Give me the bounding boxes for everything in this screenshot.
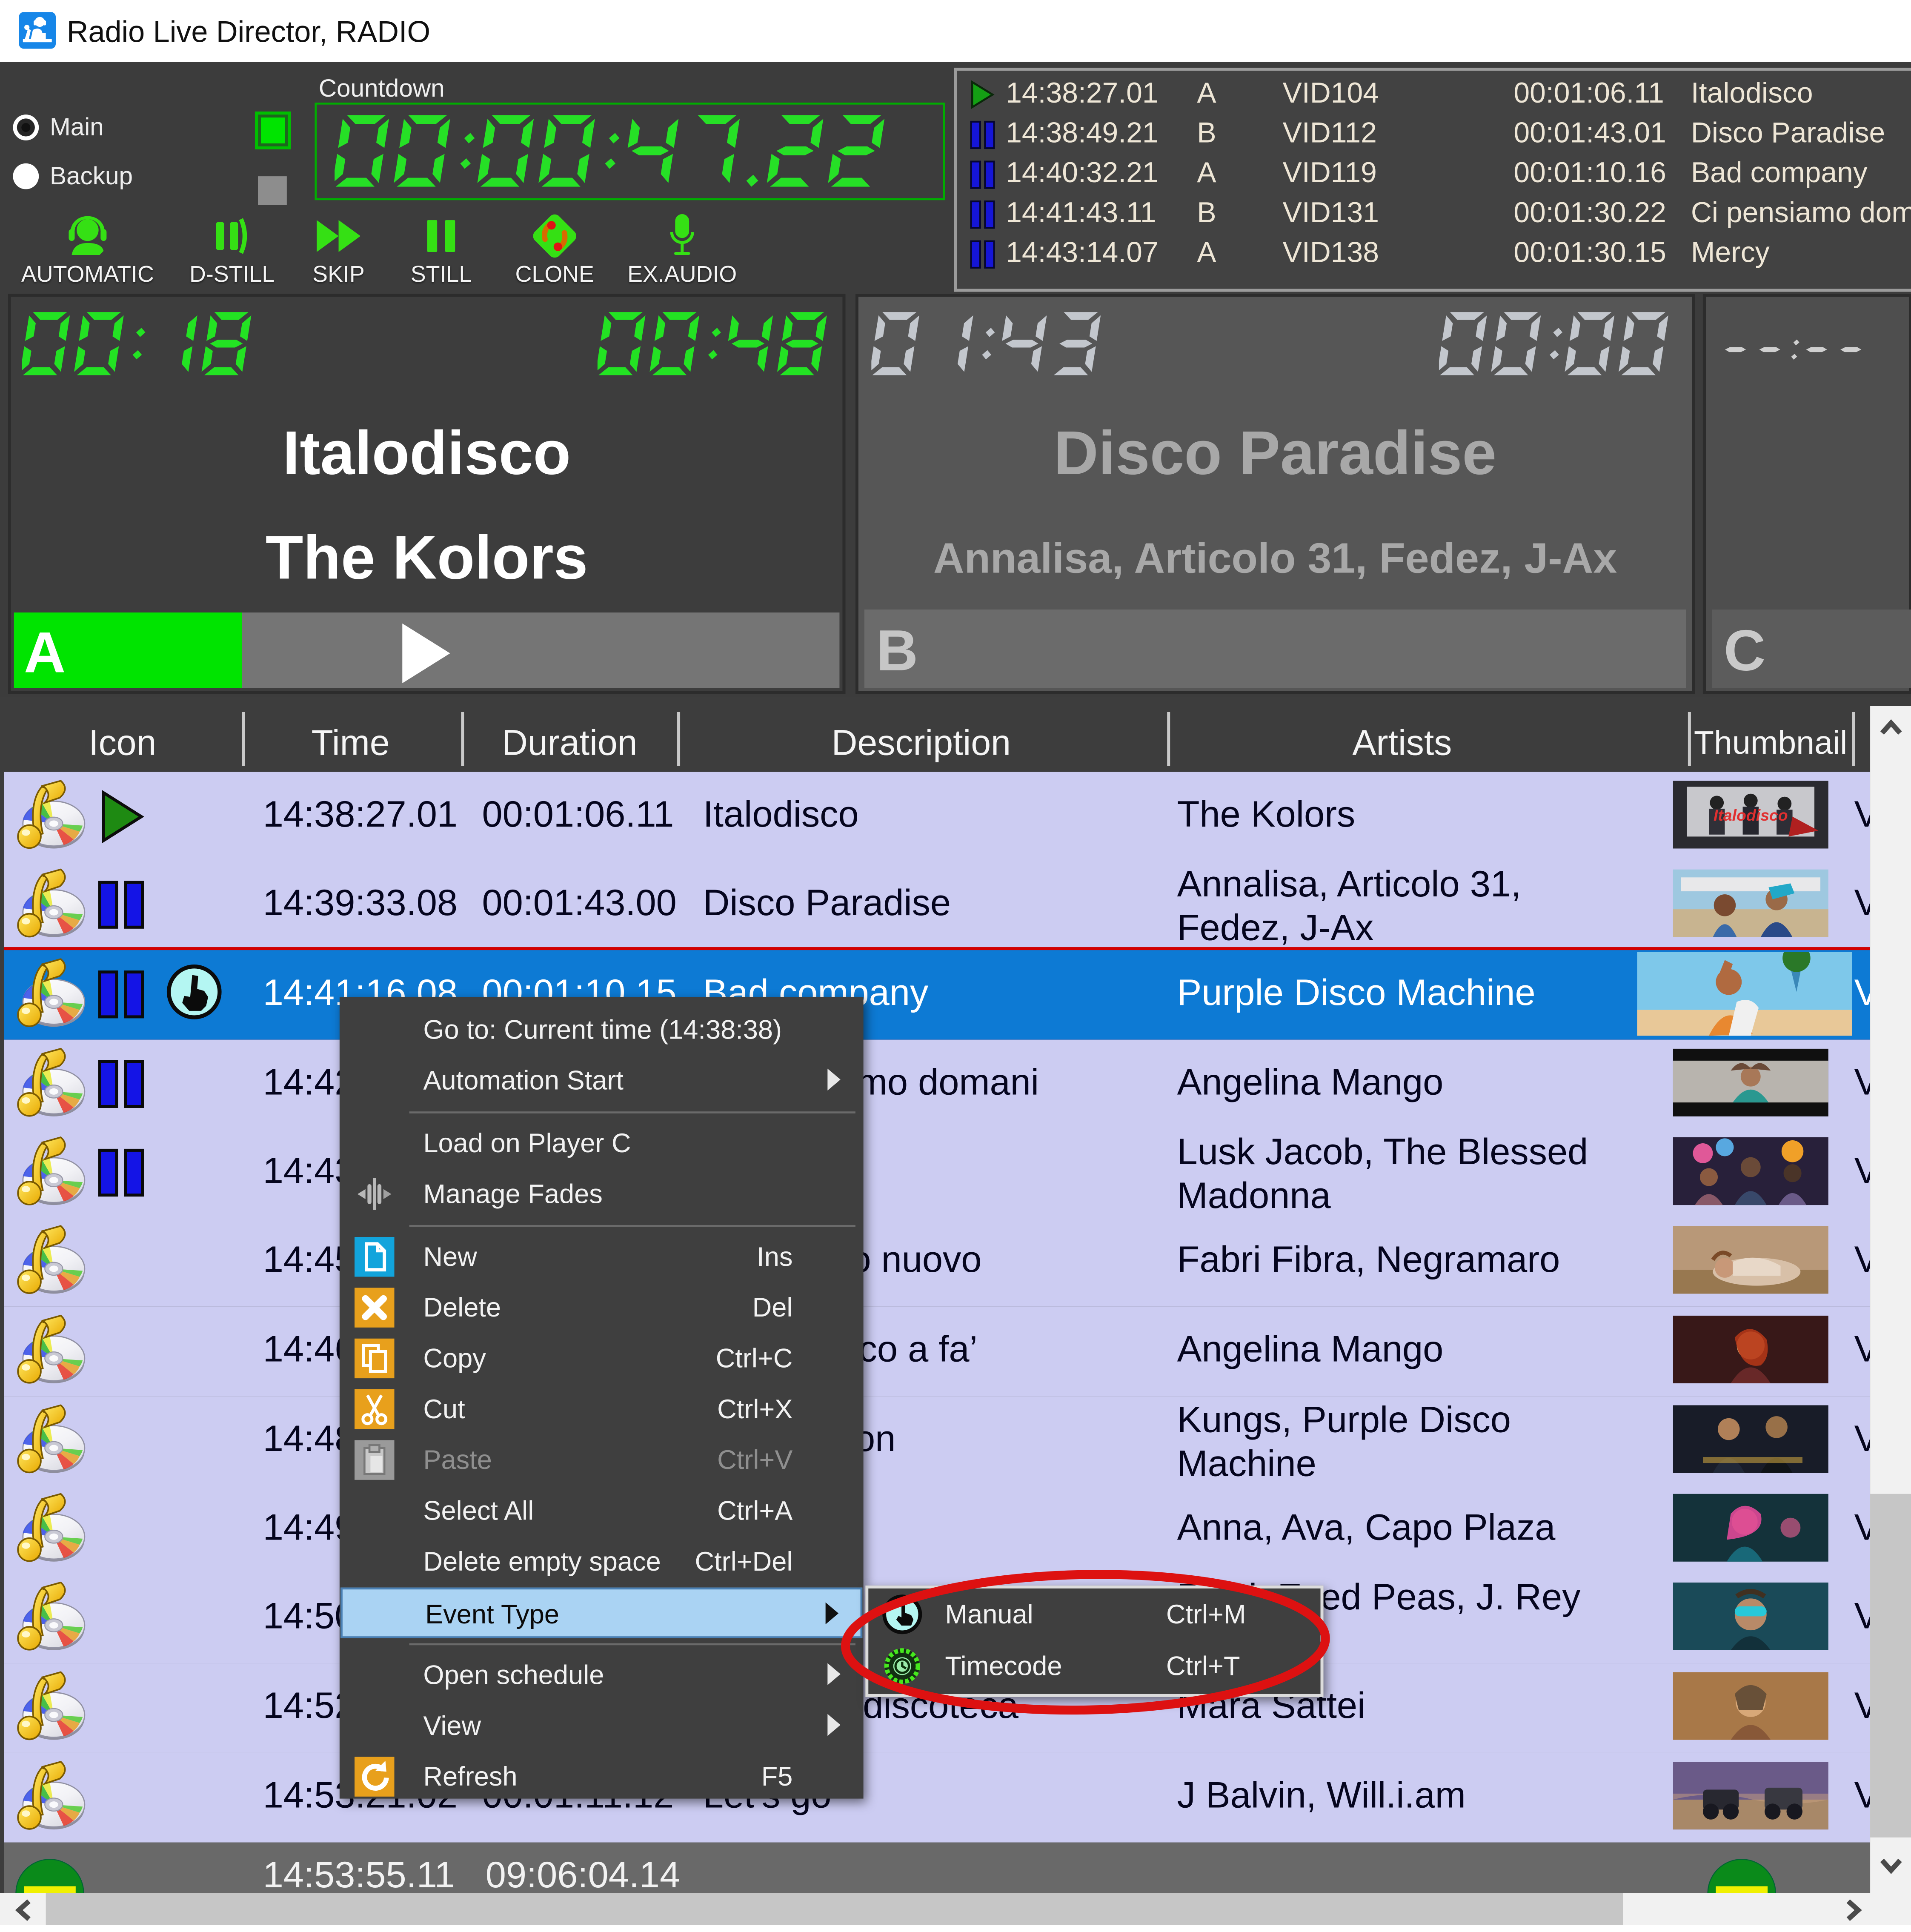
svg-text:Italodisco: Italodisco	[1714, 806, 1788, 824]
